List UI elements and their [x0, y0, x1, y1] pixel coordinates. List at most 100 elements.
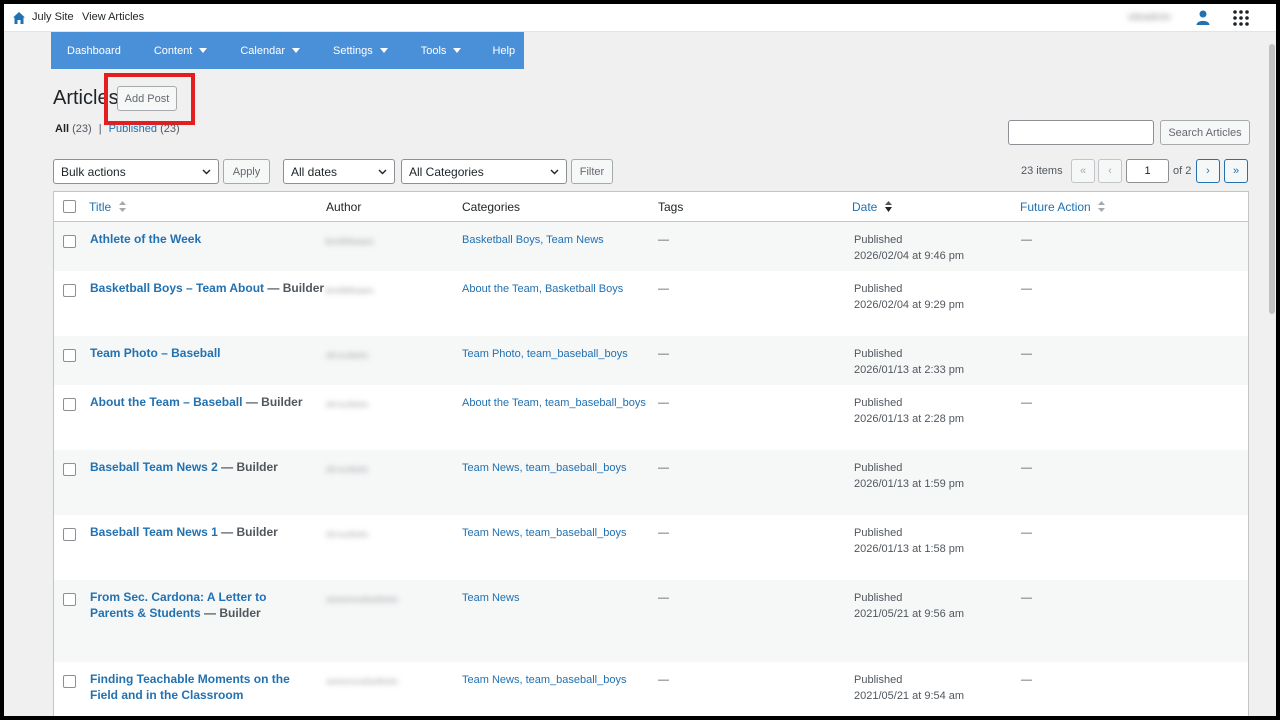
row-title-link[interactable]: From Sec. Cardona: A Letter to Parents &…	[90, 589, 312, 621]
row-author[interactable]: dcoubrin	[326, 349, 380, 358]
first-page-button[interactable]: «	[1071, 159, 1095, 183]
filter-button[interactable]: Filter	[571, 159, 613, 184]
row-categories[interactable]: Team News, team_baseball_boys	[462, 672, 626, 688]
row-title-link[interactable]: Baseball Team News 1 — Builder	[90, 524, 330, 540]
column-author-header: Author	[326, 200, 362, 214]
user-icon[interactable]	[1196, 10, 1210, 25]
apply-button[interactable]: Apply	[223, 159, 270, 184]
row-tags: —	[658, 592, 669, 604]
caret-down-icon	[199, 48, 208, 53]
sort-icon	[118, 201, 126, 212]
chevron-down-icon	[202, 169, 211, 175]
row-title-link[interactable]: Athlete of the Week	[90, 231, 312, 247]
row-checkbox[interactable]	[63, 675, 76, 688]
filter-published-link[interactable]: Published	[109, 123, 157, 135]
row-future-action: —	[1021, 283, 1032, 295]
dates-value: All dates	[291, 164, 338, 179]
table-row: About the Team – Baseball — Builder dcou…	[54, 385, 1248, 450]
next-page-button[interactable]: ›	[1196, 159, 1220, 183]
categories-select[interactable]: All Categories	[401, 159, 567, 184]
row-title-link[interactable]: Basketball Boys – Team About — Builder	[90, 280, 330, 296]
status-filter: All (23) | Published (23)	[55, 123, 180, 135]
search-articles-button[interactable]: Search Articles	[1160, 120, 1250, 145]
row-future-action: —	[1021, 527, 1032, 539]
view-articles-link[interactable]: View Articles	[82, 11, 144, 23]
row-author[interactable]: approvaladmin	[326, 675, 406, 684]
caret-down-icon	[292, 48, 300, 53]
row-author[interactable]: dcoubrin	[326, 463, 380, 472]
row-tags: —	[658, 674, 669, 686]
home-icon[interactable]	[12, 11, 26, 25]
prev-page-button[interactable]: ‹	[1098, 159, 1122, 183]
row-tags: —	[658, 234, 669, 246]
nav-content[interactable]: Content	[137, 32, 224, 69]
items-count: 23 items	[1021, 165, 1063, 177]
row-categories[interactable]: About the Team, Basketball Boys	[462, 281, 623, 297]
table-row: Basketball Boys – Team About — Builder k…	[54, 271, 1248, 336]
column-date-label: Date	[852, 200, 878, 214]
row-title-link[interactable]: Baseball Team News 2 — Builder	[90, 459, 330, 475]
row-author[interactable]: approvaladmin	[326, 593, 406, 602]
row-future-action: —	[1021, 397, 1032, 409]
row-author[interactable]: kmildreen	[326, 284, 380, 293]
nav-tools-label: Tools	[420, 44, 447, 57]
row-checkbox[interactable]	[63, 284, 76, 297]
nav-help[interactable]: Help	[477, 32, 531, 69]
nav-tools[interactable]: Tools	[404, 32, 478, 69]
column-future-action-label: Future Action	[1020, 200, 1091, 214]
sort-icon	[1098, 201, 1106, 212]
row-author[interactable]: kmildreen	[326, 235, 380, 244]
caret-down-icon	[379, 48, 388, 53]
row-author[interactable]: dcoubrin	[326, 528, 380, 537]
row-checkbox[interactable]	[63, 235, 76, 248]
current-page-input[interactable]: 1	[1126, 159, 1169, 183]
apps-grid-icon[interactable]	[1233, 10, 1249, 26]
row-checkbox[interactable]	[63, 463, 76, 476]
categories-value: All Categories	[409, 164, 484, 179]
nav-dashboard[interactable]: Dashboard	[51, 32, 137, 69]
row-checkbox[interactable]	[63, 593, 76, 606]
row-checkbox[interactable]	[63, 349, 76, 362]
row-date: Published 2026/01/13 at 1:59 pm	[854, 462, 965, 490]
row-date: Published 2026/01/13 at 1:58 pm	[854, 527, 965, 555]
row-date: Published 2026/01/13 at 2:33 pm	[854, 348, 965, 376]
chevron-down-icon	[378, 169, 387, 175]
row-date: Published 2026/02/04 at 9:29 pm	[854, 283, 965, 311]
column-tags-header: Tags	[658, 200, 684, 214]
search-input[interactable]	[1008, 120, 1154, 145]
site-name-link[interactable]: July Site	[32, 11, 74, 23]
nav-settings[interactable]: Settings	[316, 32, 404, 69]
row-author[interactable]: dcoubrin	[326, 398, 380, 407]
bulk-actions-select[interactable]: Bulk actions	[53, 159, 219, 184]
row-categories[interactable]: Team News	[462, 590, 519, 606]
column-title-header[interactable]: Title	[89, 200, 126, 214]
column-future-action-header[interactable]: Future Action	[1020, 200, 1106, 214]
row-categories[interactable]: Team News, team_baseball_boys	[462, 525, 626, 541]
articles-table: Title Author Categories Tags Date Future…	[53, 191, 1249, 716]
filter-all-link[interactable]: All	[55, 123, 69, 135]
row-future-action: —	[1021, 234, 1032, 246]
chevron-down-icon	[550, 169, 559, 175]
row-categories[interactable]: Team News, team_baseball_boys	[462, 460, 626, 476]
nav-calendar[interactable]: Calendar	[223, 32, 316, 69]
row-future-action: —	[1021, 592, 1032, 604]
row-categories[interactable]: Basketball Boys, Team News	[462, 232, 604, 248]
row-tags: —	[658, 283, 669, 295]
row-title-link[interactable]: Finding Teachable Moments on the Field a…	[90, 671, 312, 703]
row-tags: —	[658, 462, 669, 474]
user-name[interactable]: siteadmin	[1128, 12, 1196, 22]
select-all-checkbox[interactable]	[63, 200, 76, 213]
column-date-header[interactable]: Date	[852, 200, 892, 214]
row-future-action: —	[1021, 462, 1032, 474]
row-checkbox[interactable]	[63, 528, 76, 541]
admin-bar: July Site View Articles siteadmin	[4, 4, 1276, 32]
row-categories[interactable]: About the Team, team_baseball_boys	[462, 395, 646, 411]
last-page-button[interactable]: »	[1224, 159, 1248, 183]
row-checkbox[interactable]	[63, 398, 76, 411]
row-categories[interactable]: Team Photo, team_baseball_boys	[462, 346, 628, 362]
row-future-action: —	[1021, 348, 1032, 360]
dates-select[interactable]: All dates	[283, 159, 395, 184]
row-title-link[interactable]: About the Team – Baseball — Builder	[90, 394, 330, 410]
scrollbar-thumb[interactable]	[1269, 44, 1275, 314]
row-title-link[interactable]: Team Photo – Baseball	[90, 345, 312, 361]
